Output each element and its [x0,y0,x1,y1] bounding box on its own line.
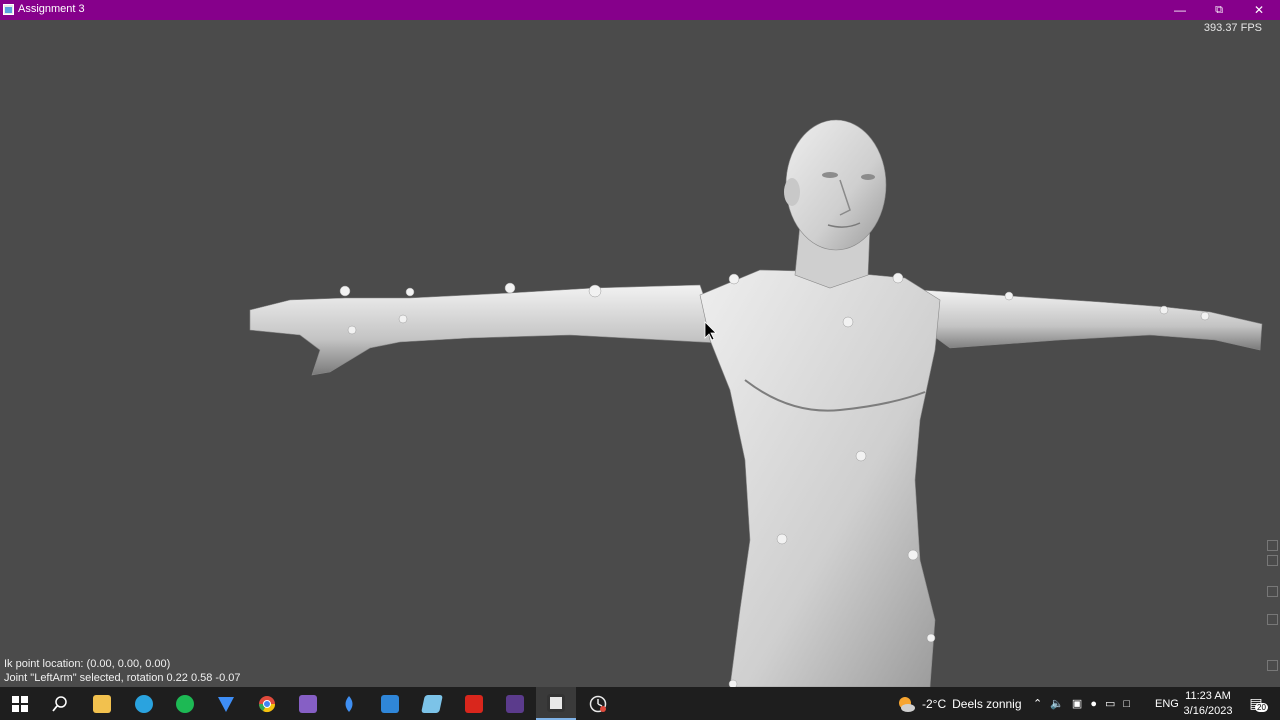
human-mesh-model[interactable] [0,20,1280,687]
chrome-icon [258,695,276,712]
display-icon[interactable]: ▣ [1072,697,1082,710]
taskbar-calculator[interactable] [370,687,410,720]
visual-studio-icon [299,694,317,713]
start-button[interactable] [0,687,40,720]
calculator-icon [381,694,399,713]
taskbar-spotify[interactable] [165,687,205,720]
taskbar-notes-app[interactable] [412,687,452,720]
clock-app-icon [589,695,607,712]
weather-widget[interactable]: -2°C Deels zonnig [896,687,1022,720]
viewport-side-marker [1267,614,1278,625]
windows-start-icon [12,695,28,712]
spotify-icon [176,694,194,713]
search-icon [52,695,67,712]
close-icon: ✕ [1253,3,1265,17]
speaker-icon[interactable]: 🔈 [1050,697,1064,710]
viewport-side-marker [1267,586,1278,597]
ik-point-status: Ik point location: (0.00, 0.00, 0.00) [4,658,171,670]
taskbar-assignment-app[interactable] [536,687,576,720]
taskbar-clock-app[interactable] [578,687,618,720]
notes-app-icon [421,694,443,713]
app-icon [3,4,14,15]
acrobat-icon [465,694,483,713]
close-button[interactable]: ✕ [1240,0,1278,20]
window-title: Assignment 3 [18,3,85,15]
weather-description: Deels zonnig [952,696,1022,711]
color-picker-icon [345,695,353,712]
input-language[interactable]: ENG [1155,687,1179,720]
partly-sunny-icon [899,696,915,712]
minimize-icon: — [1174,3,1186,17]
viewport-side-marker [1267,660,1278,671]
minimize-button[interactable]: — [1161,0,1199,20]
microphone-icon[interactable]: ● [1090,698,1097,710]
taskbar: -2°C Deels zonnig ⌃ 🔈 ▣ ● ▭ □ ENG 11:23 … [0,687,1280,720]
weather-temperature: -2°C [922,696,947,711]
title-bar: Assignment 3 — ⧉ ✕ [0,0,1280,20]
clock[interactable]: 11:23 AM 3/16/2023 [1183,687,1233,720]
clock-date: 3/16/2023 [1183,704,1233,717]
clock-time: 11:23 AM [1185,689,1231,702]
battery-icon[interactable]: ▭ [1105,697,1115,710]
taskbar-color-picker[interactable] [329,687,369,720]
terminal-icon [506,694,524,713]
taskbar-visual-studio[interactable] [288,687,328,720]
taskbar-terminal[interactable] [495,687,535,720]
vpn-app-icon [218,696,234,712]
restore-button[interactable]: ⧉ [1200,0,1238,20]
taskbar-acrobat[interactable] [454,687,494,720]
language-label: ENG [1155,697,1179,710]
notification-count: 20 [1255,703,1268,712]
taskbar-telegram[interactable] [124,687,164,720]
taskbar-file-explorer[interactable] [82,687,122,720]
system-tray-icons: ⌃ 🔈 ▣ ● ▭ □ [1033,687,1130,720]
viewport-side-marker [1267,555,1278,566]
network-icon[interactable]: □ [1123,698,1130,710]
taskbar-vpn-app[interactable] [206,687,246,720]
restore-icon: ⧉ [1215,3,1223,16]
chevron-up-icon[interactable]: ⌃ [1033,697,1042,710]
taskbar-chrome[interactable] [247,687,287,720]
file-explorer-icon [93,694,111,713]
notification-center-button[interactable]: ▤ 20 [1243,687,1269,720]
search-button[interactable] [40,687,80,720]
joint-selection-status: Joint "LeftArm" selected, rotation 0.22 … [4,672,241,684]
viewport-side-marker [1267,540,1278,551]
assignment-app-icon [547,693,565,712]
telegram-icon [135,694,153,713]
3d-viewport[interactable]: 393.37 FPS Ik point location: (0.00, 0.0… [0,20,1280,687]
